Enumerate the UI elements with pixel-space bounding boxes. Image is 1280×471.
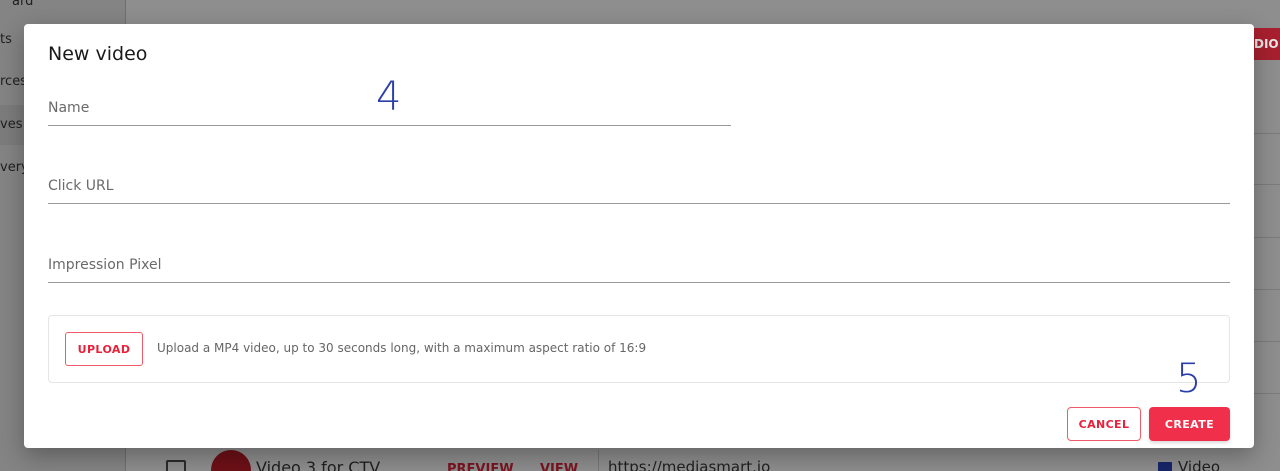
row-divider	[1254, 393, 1280, 394]
sidebar-item[interactable]: ard	[12, 0, 33, 9]
click-url-input[interactable]	[48, 174, 1230, 204]
creative-url: https://mediasmart.io	[608, 458, 771, 471]
create-button[interactable]: CREATE	[1149, 407, 1230, 441]
row-divider	[1254, 341, 1280, 342]
upload-area: UPLOAD Upload a MP4 video, up to 30 seco…	[48, 315, 1230, 383]
new-video-dialog: New video UPLOAD Upload a MP4 video, up …	[24, 24, 1254, 448]
row-checkbox[interactable]	[166, 460, 186, 471]
creative-type: Video	[1178, 458, 1221, 471]
impression-pixel-input[interactable]	[48, 253, 1230, 283]
column-divider	[598, 450, 599, 471]
dialog-title: New video	[48, 43, 148, 65]
row-divider	[1254, 237, 1280, 238]
sidebar-item[interactable]: ts	[0, 32, 12, 47]
row-divider	[1254, 184, 1280, 185]
row-divider	[1254, 289, 1280, 290]
step-annotation: 5	[1176, 356, 1202, 402]
sidebar-item[interactable]: rces	[0, 74, 27, 89]
click-url-field	[48, 174, 1230, 204]
video-camera-icon	[1158, 462, 1172, 471]
view-link[interactable]: VIEW	[540, 462, 578, 471]
upload-hint: Upload a MP4 video, up to 30 seconds lon…	[157, 341, 647, 355]
row-divider	[1254, 133, 1280, 134]
upload-button[interactable]: UPLOAD	[65, 332, 143, 366]
preview-link[interactable]: PREVIEW	[447, 462, 514, 471]
step-annotation: 4	[376, 74, 402, 120]
creative-name: Video 3 for CTV	[256, 458, 381, 471]
cancel-button[interactable]: CANCEL	[1067, 407, 1141, 441]
impression-pixel-field	[48, 253, 1230, 283]
